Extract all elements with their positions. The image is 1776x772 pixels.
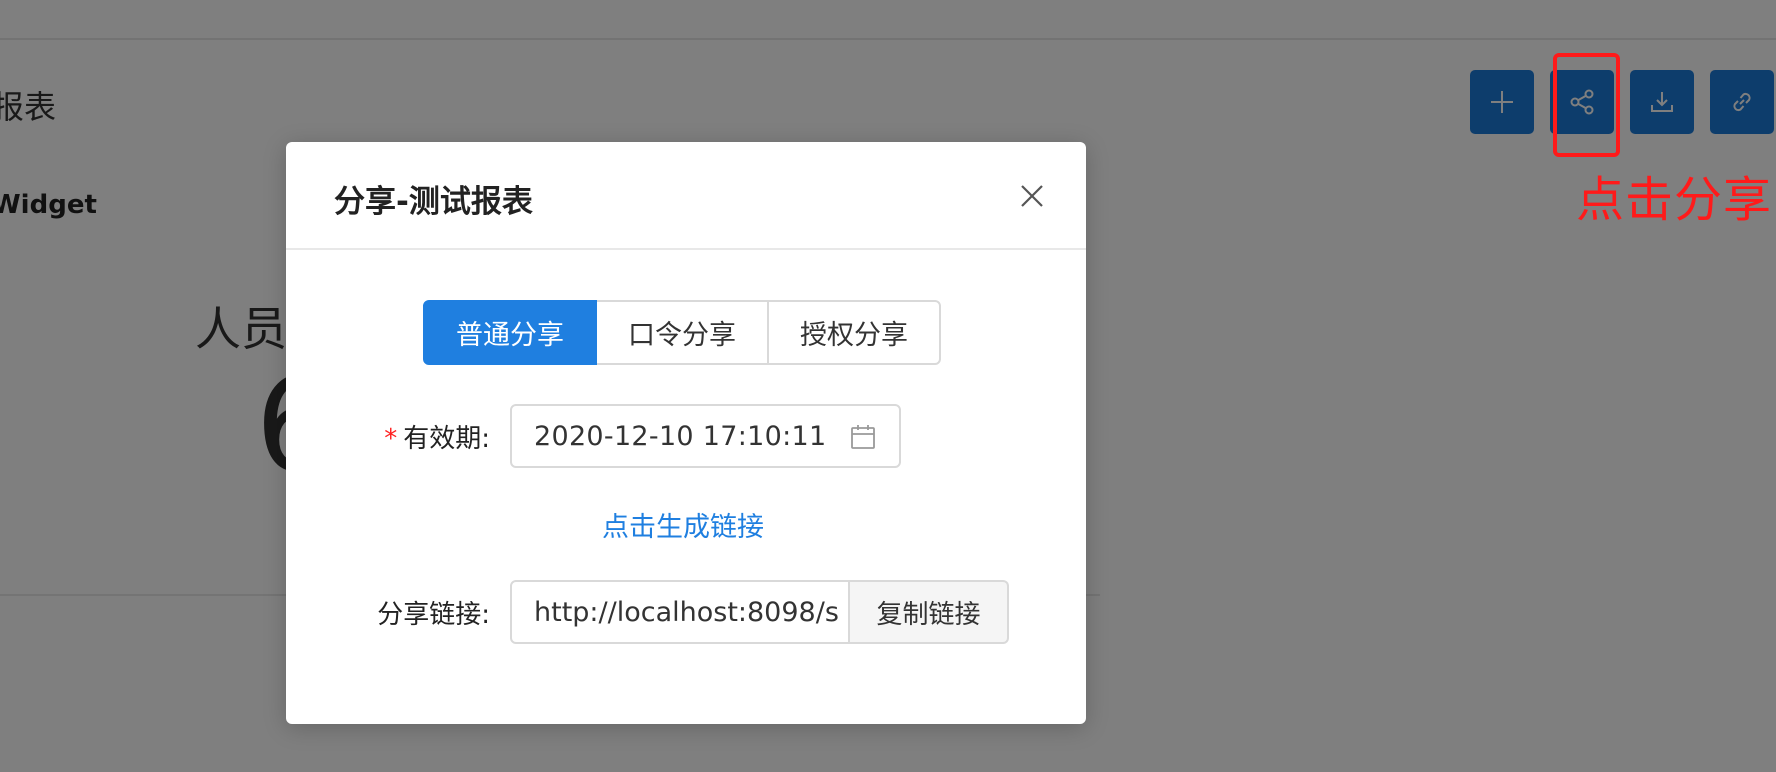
share-link-label: 分享链接: bbox=[377, 600, 490, 630]
close-icon bbox=[1021, 185, 1043, 207]
close-button[interactable] bbox=[1014, 178, 1050, 214]
expiry-label-text: 有效期: bbox=[403, 424, 490, 454]
page: 报表 Widget 人员 6 点击分享 分享-测试报表 bbox=[0, 0, 1776, 772]
expiry-date-value: 2020-12-10 17:10:11 bbox=[534, 420, 827, 452]
tab-password-share[interactable]: 口令分享 bbox=[595, 300, 769, 365]
modal-title: 分享-测试报表 bbox=[334, 184, 533, 220]
share-modal: 分享-测试报表 普通分享 口令分享 授权分享 * 有效期: 2020-12-10 … bbox=[286, 142, 1086, 724]
share-link-input[interactable]: http://localhost:8098/s bbox=[510, 580, 850, 644]
expiry-date-picker[interactable]: 2020-12-10 17:10:11 bbox=[510, 404, 901, 468]
share-link-group: http://localhost:8098/s 复制链接 bbox=[510, 580, 1009, 644]
calendar-icon bbox=[851, 425, 875, 449]
required-mark: * bbox=[384, 424, 398, 454]
tab-normal-share[interactable]: 普通分享 bbox=[423, 300, 597, 365]
tab-authorized-share[interactable]: 授权分享 bbox=[767, 300, 941, 365]
modal-header: 分享-测试报表 bbox=[286, 142, 1086, 250]
annotation-highlight-box bbox=[1553, 53, 1620, 157]
share-type-tabs: 普通分享 口令分享 授权分享 bbox=[423, 300, 941, 365]
annotation-caption: 点击分享 bbox=[1576, 172, 1773, 228]
copy-link-button[interactable]: 复制链接 bbox=[850, 580, 1009, 644]
generate-link-button[interactable]: 点击生成链接 bbox=[602, 505, 764, 544]
expiry-label: * 有效期: bbox=[240, 418, 490, 455]
